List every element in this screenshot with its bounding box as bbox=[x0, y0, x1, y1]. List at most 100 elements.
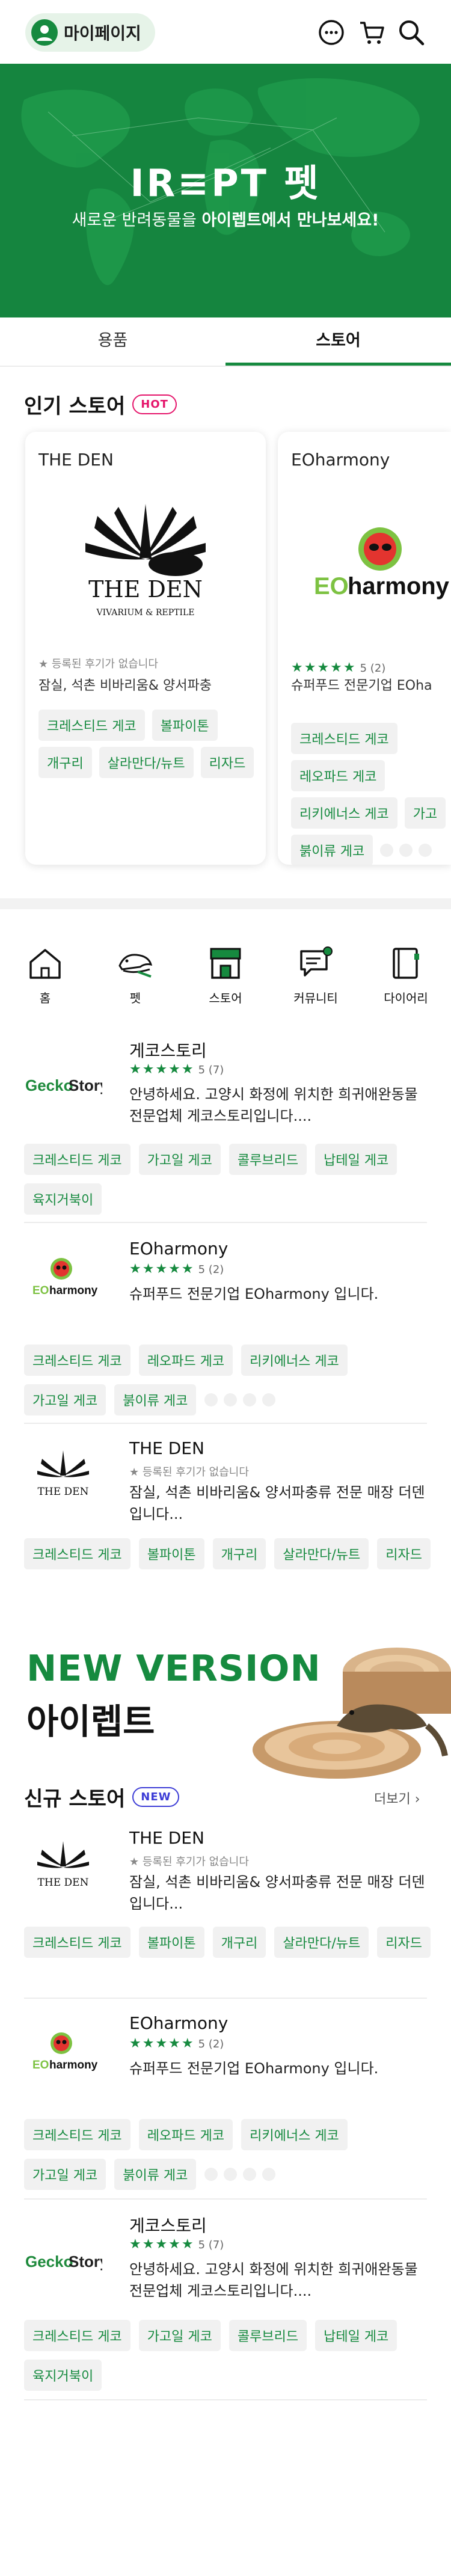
tag[interactable]: 콜루브리드 bbox=[229, 2320, 307, 2351]
mypage-button[interactable]: 마이페이지 bbox=[25, 13, 155, 52]
the-den-logo: THE DEN bbox=[37, 1841, 89, 1889]
store-tags: 크레스티드 게코 볼파이톤 개구리 살라만다/뉴트 리자드 bbox=[24, 1538, 433, 1569]
tag[interactable]: 가고일 게코 bbox=[24, 1384, 106, 1415]
tag[interactable]: 살라만다/뉴트 bbox=[99, 747, 194, 778]
tag[interactable]: 납테일 게코 bbox=[315, 2320, 397, 2351]
list-separator bbox=[24, 2399, 427, 2400]
hot-badge: HOT bbox=[132, 394, 177, 414]
store-icon bbox=[210, 948, 241, 979]
svg-text:harmony: harmony bbox=[348, 573, 450, 600]
tag[interactable]: 볼파이톤 bbox=[152, 710, 218, 741]
search-icon[interactable] bbox=[397, 18, 426, 47]
cart-icon[interactable] bbox=[358, 18, 387, 47]
tag[interactable]: 가고일 게코 bbox=[24, 2159, 106, 2190]
tag[interactable]: 볼파이톤 bbox=[138, 1927, 204, 1958]
tag[interactable]: 크레스티드 게코 bbox=[24, 1538, 130, 1569]
list-separator bbox=[24, 1998, 427, 1999]
store-tags: 크레스티드 게코 가고일 게코 콜루브리드 납테일 게코 육지거북이 bbox=[24, 2320, 433, 2391]
top-bar: 마이페이지 bbox=[0, 0, 451, 64]
list-separator bbox=[24, 1222, 427, 1223]
section-divider bbox=[0, 898, 451, 909]
tab-supplies[interactable]: 용품 bbox=[0, 317, 226, 366]
list-separator bbox=[24, 1423, 427, 1424]
tag[interactable]: 크레스티드 게코 bbox=[291, 723, 397, 754]
hero-banner[interactable]: IR≡PT 펫 새로운 반려동물을 아이렙트에서 만나보세요! bbox=[0, 64, 451, 317]
diary-icon bbox=[393, 948, 419, 979]
store-description: 잠실, 석촌 비바리움& 양서파충류 전문 매장 더덴입니다... bbox=[129, 1874, 425, 1912]
tag[interactable]: 가고일 게코 bbox=[138, 2320, 221, 2351]
store-list-item[interactable]: EO harmony EOharmony ★★★★★ 5 (2) 슈퍼푸드 전문기업… bbox=[24, 1237, 427, 1415]
tag[interactable]: 크레스티드 게코 bbox=[24, 1345, 130, 1376]
store-tags: 크레스티드 게코 레오파드 게코 리키에너스 게코 가고 붉이류 게코 bbox=[291, 723, 451, 865]
tag[interactable]: 콜루브리드 bbox=[229, 1144, 307, 1175]
tag[interactable]: 레오파드 게코 bbox=[138, 1345, 233, 1376]
new-store-item[interactable]: THE DEN THE DEN ★ 등록된 후기가 없습니다 잠실, 석촌 비바… bbox=[24, 1828, 431, 2002]
eoharmony-logo: EO harmony bbox=[314, 527, 450, 600]
new-store-item[interactable]: GeckoStory 게코스토리 ★★★★★5 (7) 안녕하세요. 고양시 화… bbox=[24, 2212, 427, 2392]
store-list-item[interactable]: THE DEN THE DEN ★ 등록된 후기가 없습니다 잠실, 석촌 비바… bbox=[24, 1437, 431, 1612]
store-description: 안녕하세요. 고양시 화정에 위치한 희귀애완동물 전문업체 게코스토리입니다.… bbox=[129, 1086, 418, 1124]
tag[interactable]: 리키에너스 게코 bbox=[241, 2119, 348, 2150]
more-link[interactable]: 더보기 › bbox=[374, 1788, 420, 1808]
tag[interactable]: 크레스티드 게코 bbox=[24, 1144, 130, 1175]
tag[interactable]: 살라만다/뉴트 bbox=[274, 1538, 369, 1569]
tag[interactable]: 리자드 bbox=[377, 1927, 431, 1958]
nav-diary[interactable]: 다이어리 bbox=[361, 945, 451, 1023]
placeholder-dots bbox=[204, 2159, 276, 2190]
placeholder-dots bbox=[380, 835, 432, 865]
nav-home[interactable]: 홈 bbox=[0, 945, 90, 1023]
tag[interactable]: 볼파이톤 bbox=[138, 1538, 204, 1569]
community-icon bbox=[300, 946, 333, 977]
tag[interactable]: 개구리 bbox=[212, 1538, 266, 1569]
tag[interactable]: 가고일 게코 bbox=[138, 1144, 221, 1175]
store-description: 잠실, 석촌 비바리움& 양서파충류 전문 매장 더덴입니다... bbox=[129, 1484, 425, 1523]
new-store-item[interactable]: EO harmony EOharmony ★★★★★ 5 (2) 슈퍼푸드 전문기업… bbox=[24, 2012, 427, 2190]
tag[interactable]: 리자드 bbox=[377, 1538, 431, 1569]
tag[interactable]: 붉이류 게코 bbox=[114, 2159, 197, 2190]
nav-community[interactable]: 커뮤니티 bbox=[271, 945, 361, 1023]
popular-store-card[interactable]: EOharmony EO harmony ★★★★★ 5 (2) 슈퍼푸드 전문기… bbox=[278, 432, 451, 865]
tag[interactable]: 개구리 bbox=[212, 1927, 266, 1958]
tag[interactable]: 리자드 bbox=[200, 747, 254, 778]
nav-pet[interactable]: 펫 bbox=[90, 945, 180, 1023]
store-list-item[interactable]: GeckoStory 게코스토리 ★★★★★5 (7) 안녕하세요. 고양시 화… bbox=[24, 1035, 427, 1215]
popular-stores-title: 인기 스토어 HOT bbox=[24, 390, 177, 419]
the-den-logo: THE DEN VIVARIUM & REPTILE bbox=[85, 504, 206, 618]
tag[interactable]: 육지거북이 bbox=[24, 2360, 102, 2391]
tag[interactable]: 레오파드 게코 bbox=[138, 2119, 233, 2150]
chat-icon[interactable] bbox=[317, 18, 346, 47]
popular-store-card[interactable]: THE DEN THE DEN VIVARIUM & REPTILE ★ 등록된… bbox=[25, 432, 266, 865]
tag[interactable]: 크레스티드 게코 bbox=[24, 2320, 130, 2351]
svg-text:Story: Story bbox=[69, 1076, 102, 1094]
user-icon bbox=[31, 19, 58, 46]
tag[interactable]: 살라만다/뉴트 bbox=[274, 1927, 369, 1958]
store-name: EOharmony bbox=[129, 2013, 229, 2033]
store-description: 슈퍼푸드 전문기업 EOharmony 입니다. bbox=[129, 1286, 379, 1302]
tag[interactable]: 리키에너스 게코 bbox=[291, 797, 397, 829]
tag[interactable]: 붉이류 게코 bbox=[114, 1384, 197, 1415]
store-name: THE DEN bbox=[38, 450, 114, 470]
svg-text:Gecko: Gecko bbox=[25, 2252, 73, 2271]
tag[interactable]: 붉이류 게코 bbox=[291, 835, 373, 865]
brand-logo: IR≡PT 펫 bbox=[130, 161, 321, 205]
new-version-banner[interactable]: NEW VERSION 아이렙트 bbox=[0, 1636, 451, 1780]
tag[interactable]: 크레스티드 게코 bbox=[24, 1927, 130, 1958]
tag[interactable]: 납테일 게코 bbox=[315, 1144, 397, 1175]
tab-store[interactable]: 스토어 bbox=[226, 317, 451, 366]
tag[interactable]: 레오파드 게코 bbox=[291, 760, 385, 791]
store-name: THE DEN bbox=[129, 1438, 204, 1458]
new-version-subtitle: 아이렙트 bbox=[26, 1701, 155, 1742]
svg-text:Gecko: Gecko bbox=[25, 1076, 73, 1094]
tag[interactable]: 리키에너스 게코 bbox=[241, 1345, 348, 1376]
tag[interactable]: 크레스티드 게코 bbox=[38, 710, 145, 741]
tag[interactable]: 개구리 bbox=[38, 747, 92, 778]
home-icon bbox=[29, 949, 61, 979]
store-rating: ★ 등록된 후기가 없습니다 bbox=[129, 1466, 249, 1479]
nav-store[interactable]: 스토어 bbox=[180, 945, 271, 1023]
tag[interactable]: 가고 bbox=[404, 797, 446, 829]
gecko-on-wood-image bbox=[253, 1648, 451, 1779]
store-name: 게코스토리 bbox=[129, 2216, 207, 2236]
tag[interactable]: 육지거북이 bbox=[24, 1183, 102, 1215]
svg-text:THE DEN: THE DEN bbox=[38, 1877, 89, 1889]
tag[interactable]: 크레스티드 게코 bbox=[24, 2119, 130, 2150]
